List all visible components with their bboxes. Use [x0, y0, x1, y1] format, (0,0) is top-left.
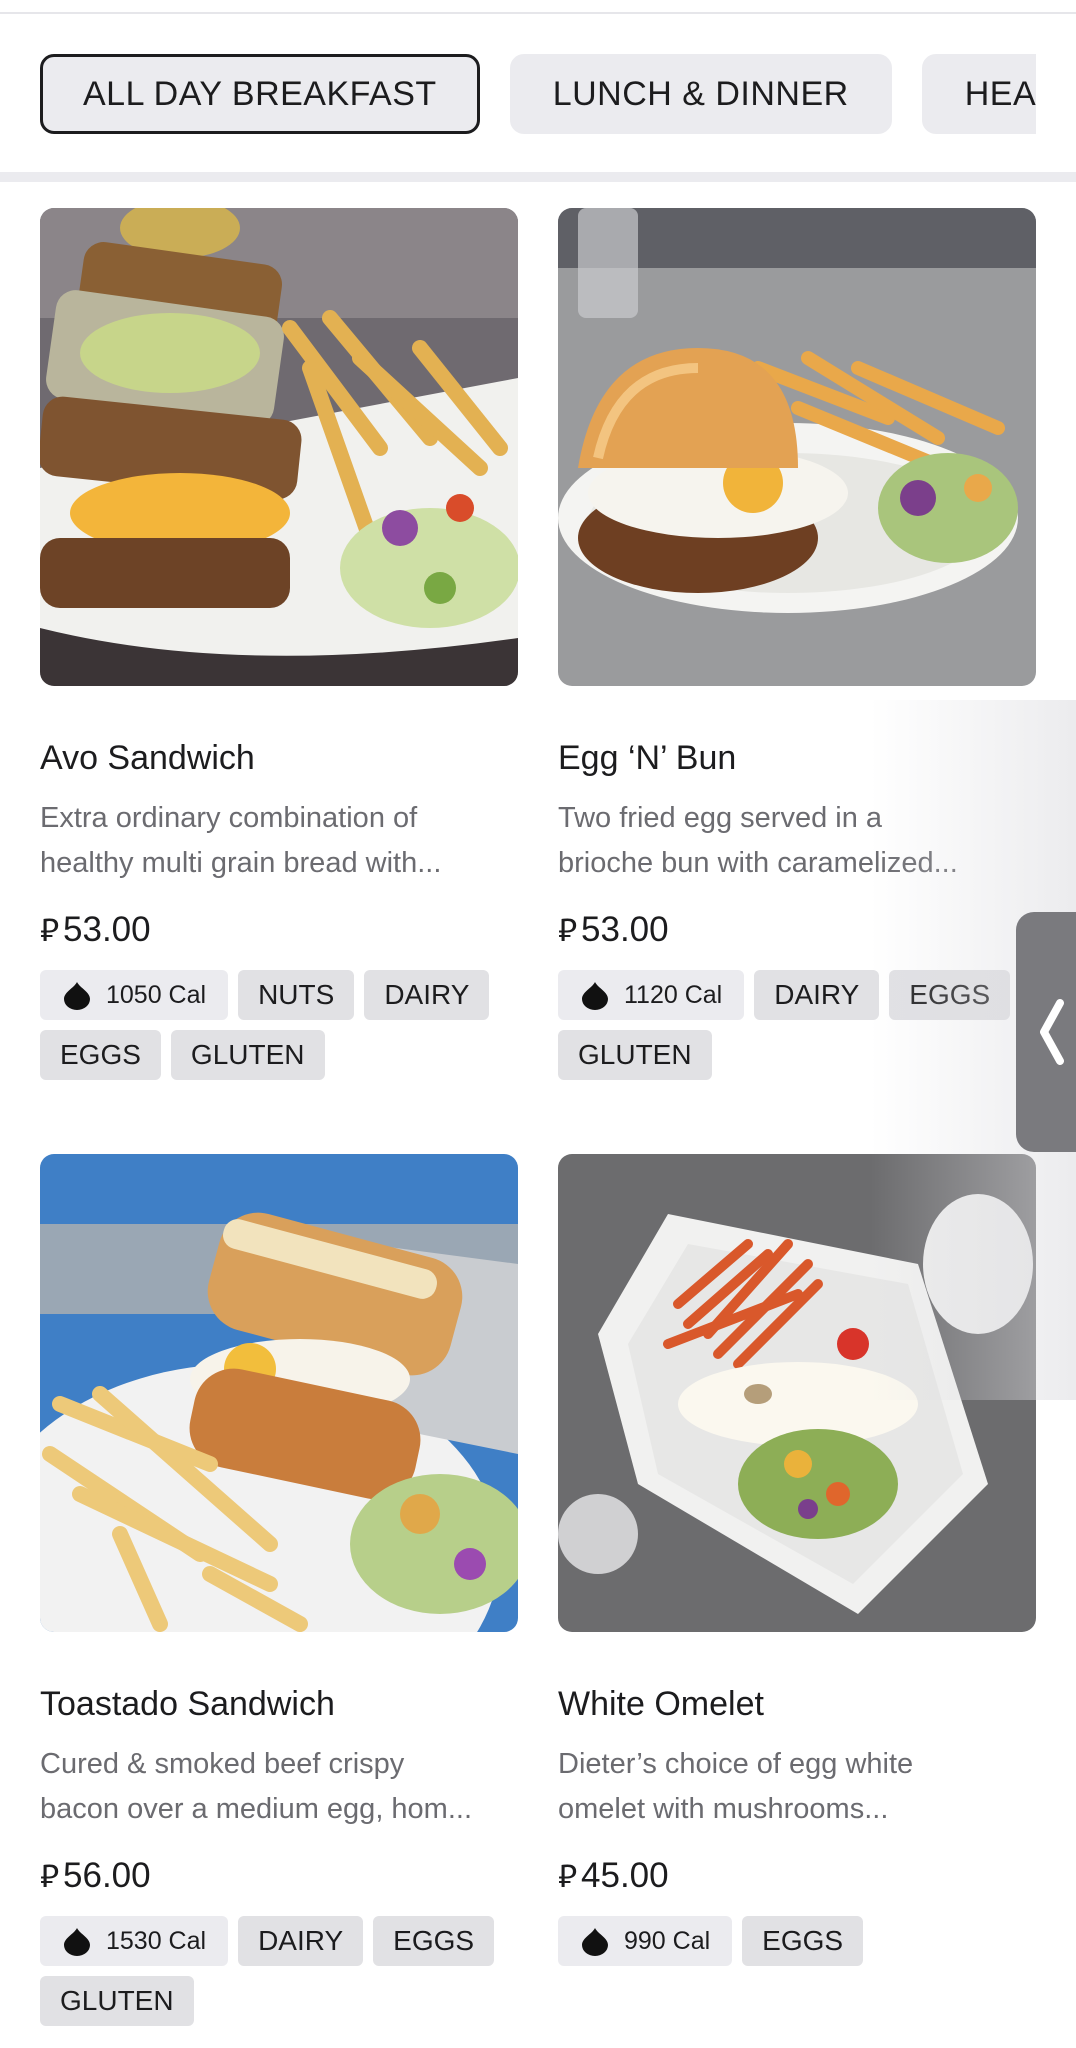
description-line: bacon over a medium egg, hom...: [40, 1793, 473, 1825]
side-drawer-handle[interactable]: [1016, 912, 1076, 1152]
menu-item-card[interactable]: Toastado Sandwich Cured & smoked beef cr…: [40, 1154, 518, 2026]
item-description: Two fried egg served in a brioche bun wi…: [558, 796, 1036, 886]
food-photo[interactable]: [40, 1154, 518, 1632]
price-value: 53.00: [63, 910, 151, 949]
sandwich-photo-icon: [40, 208, 518, 686]
item-price: ⃁ 56.00: [40, 1856, 518, 1896]
flame-icon: [64, 1928, 90, 1956]
chevron-left-icon: [1040, 999, 1064, 1065]
calorie-badge: 990 Cal: [558, 1916, 733, 1966]
allergen-tag: GLUTEN: [40, 1976, 194, 2026]
item-description: Extra ordinary combination of healthy mu…: [40, 796, 518, 886]
allergen-tag: GLUTEN: [558, 1030, 712, 1080]
calorie-badge: 1530 Cal: [40, 1916, 229, 1966]
food-photo[interactable]: [558, 208, 1036, 686]
item-price: ⃁ 53.00: [40, 910, 518, 950]
description-line: healthy multi grain bread with...: [40, 847, 442, 879]
flame-icon: [64, 982, 90, 1010]
menu-item-card[interactable]: Avo Sandwich Extra ordinary combination …: [40, 208, 518, 1080]
tab-healthy[interactable]: HEA: [921, 54, 1036, 134]
section-divider: [0, 172, 1076, 182]
calorie-value: 1120 Cal: [624, 980, 723, 1009]
item-price: ⃁ 45.00: [558, 1856, 1036, 1896]
item-name: White Omelet: [558, 1685, 764, 1723]
allergen-tag: DAIRY: [364, 970, 490, 1020]
burger-photo-icon: [558, 208, 1036, 686]
description-line: Extra ordinary combination of: [40, 802, 418, 834]
item-price: ⃁ 53.00: [558, 910, 1036, 950]
riyal-currency-icon: ⃁: [558, 1857, 578, 1895]
tab-lunch-dinner[interactable]: LUNCH & DINNER: [509, 54, 892, 134]
item-name: Toastado Sandwich: [40, 1685, 335, 1723]
allergen-tag: NUTS: [238, 970, 355, 1020]
price-value: 53.00: [581, 910, 669, 949]
allergen-tag: EGGS: [889, 970, 1011, 1020]
allergen-tag: EGGS: [40, 1030, 161, 1080]
item-description: Cured & smoked beef crispy bacon over a …: [40, 1742, 518, 1832]
food-photo[interactable]: [558, 1154, 1036, 1632]
description-line: Cured & smoked beef crispy: [40, 1748, 405, 1780]
description-line: Dieter’s choice of egg white: [558, 1748, 914, 1780]
item-name: Egg ‘N’ Bun: [558, 739, 737, 777]
tab-all-day-breakfast[interactable]: ALL DAY BREAKFAST: [40, 54, 480, 134]
toast-sandwich-photo-icon: [40, 1154, 518, 1632]
allergen-tag: EGGS: [373, 1916, 495, 1966]
menu-item-card[interactable]: White Omelet Dieter’s choice of egg whit…: [558, 1154, 1036, 1966]
menu-item-card[interactable]: Egg ‘N’ Bun Two fried egg served in a br…: [558, 208, 1036, 1080]
top-divider: [0, 12, 1076, 14]
item-description: Dieter’s choice of egg white omelet with…: [558, 1742, 1036, 1832]
calorie-badge: 1050 Cal: [40, 970, 229, 1020]
omelet-photo-icon: [558, 1154, 1036, 1632]
riyal-currency-icon: ⃁: [40, 911, 60, 949]
calorie-badge: 1120 Cal: [558, 970, 745, 1020]
riyal-currency-icon: ⃁: [40, 1857, 60, 1895]
price-value: 45.00: [581, 1856, 669, 1895]
allergen-tag: GLUTEN: [170, 1030, 325, 1080]
allergen-tag: DAIRY: [754, 970, 880, 1020]
calorie-value: 1050 Cal: [106, 980, 207, 1009]
item-tags: 1120 Cal DAIRY EGGS GLUTEN: [558, 970, 1058, 1080]
calorie-value: 990 Cal: [624, 1926, 711, 1955]
category-tabs[interactable]: ALL DAY BREAKFAST LUNCH & DINNER HEA: [40, 54, 1036, 136]
food-photo[interactable]: [40, 208, 518, 686]
riyal-currency-icon: ⃁: [558, 911, 578, 949]
flame-icon: [582, 982, 608, 1010]
calorie-value: 1530 Cal: [106, 1926, 207, 1955]
description-line: brioche bun with caramelized...: [558, 847, 958, 879]
description-line: Two fried egg served in a: [558, 802, 883, 834]
item-tags: 990 Cal EGGS: [558, 1916, 1058, 1966]
item-tags: 1050 Cal NUTS DAIRY EGGS GLUTEN: [40, 970, 540, 1080]
allergen-tag: EGGS: [742, 1916, 864, 1966]
allergen-tag: DAIRY: [238, 1916, 364, 1966]
description-line: omelet with mushrooms...: [558, 1793, 889, 1825]
item-tags: 1530 Cal DAIRY EGGS GLUTEN: [40, 1916, 540, 2026]
item-name: Avo Sandwich: [40, 739, 255, 777]
flame-icon: [582, 1928, 608, 1956]
price-value: 56.00: [63, 1856, 151, 1895]
